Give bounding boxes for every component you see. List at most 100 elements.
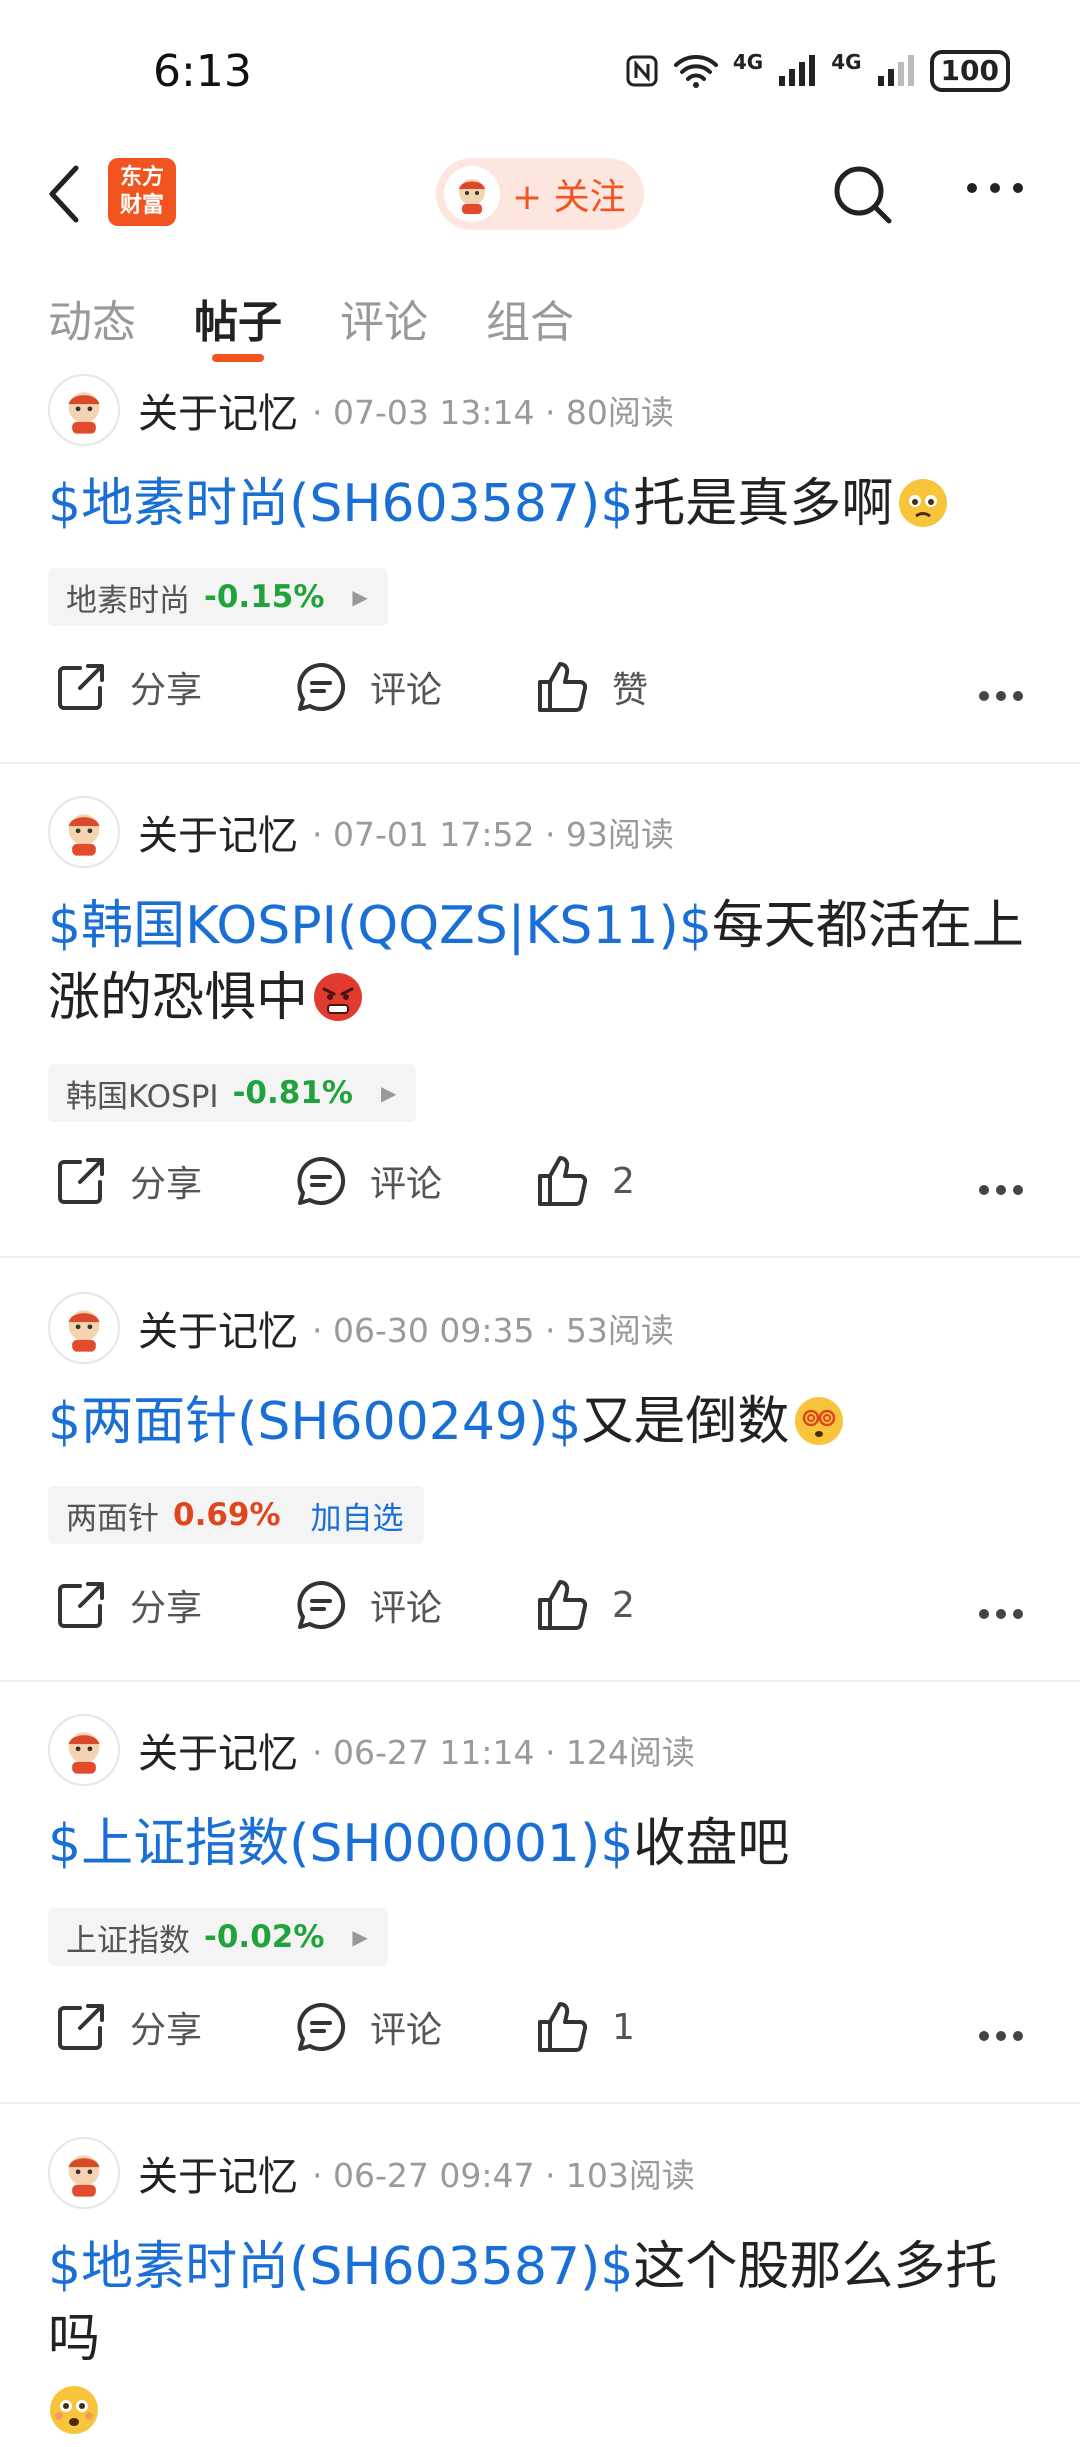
author-name[interactable]: 关于记忆: [138, 2144, 298, 2202]
post-item[interactable]: 关于记忆 · 07-01 17:52 · 93阅读 $韩国KOSPI(QQZS|…: [0, 794, 1080, 1258]
post-actions: 分享 评论 1: [48, 2000, 1038, 2070]
stock-link[interactable]: $两面针(SH600249)$: [48, 1392, 581, 1452]
tab-comments[interactable]: 评论: [340, 286, 428, 350]
author-avatar[interactable]: [48, 1292, 120, 1364]
tab-dynamics[interactable]: 动态: [48, 286, 136, 350]
post-header: 关于记忆 · 07-01 17:52 · 93阅读: [48, 794, 674, 870]
share-button[interactable]: 分享: [54, 1154, 202, 1208]
comment-icon: [297, 1156, 346, 1205]
status-bar: 6:13 4G 4G 100: [0, 0, 1080, 140]
signal-icon: [779, 55, 816, 86]
share-label: 分享: [130, 1588, 203, 1629]
author-avatar[interactable]: [48, 1714, 120, 1786]
battery-indicator: 100: [929, 50, 1010, 92]
post-actions: 分享 评论 2: [48, 1578, 1038, 1648]
author-avatar[interactable]: [48, 2137, 120, 2209]
like-count: 2: [612, 1584, 635, 1626]
post-meta: · 06-27 09:47 · 103阅读: [312, 2156, 695, 2195]
share-icon: [58, 664, 104, 710]
author-name[interactable]: 关于记忆: [138, 1721, 298, 1779]
stock-tag-change: -0.15%: [204, 579, 325, 615]
app-logo[interactable]: 东方 财富: [108, 158, 176, 226]
post-item[interactable]: 关于记忆 · 06-27 09:47 · 103阅读 $地素时尚(SH60358…: [0, 2135, 1080, 2434]
comment-button[interactable]: 评论: [294, 2000, 442, 2054]
add-watchlist-button[interactable]: 加自选: [311, 1493, 404, 1538]
stock-link[interactable]: $上证指数(SH000001)$: [48, 1814, 633, 1874]
post-more-icon[interactable]: [978, 1608, 1024, 1620]
logo-line-1: 东方: [119, 165, 164, 190]
triangle-right-icon: ▶: [380, 1081, 397, 1105]
network-type: 4G: [732, 50, 764, 74]
share-label: 分享: [130, 1164, 203, 1205]
post-content[interactable]: $地素时尚(SH603587)$托是真多啊: [48, 468, 1038, 540]
like-icon: [538, 1156, 588, 1206]
back-icon[interactable]: [44, 162, 84, 226]
nfc-icon: [626, 55, 658, 87]
dizzy-face-emoji-icon: [795, 1397, 844, 1445]
author-name[interactable]: 关于记忆: [138, 1299, 298, 1357]
like-button[interactable]: 2: [534, 1578, 635, 1632]
post-header: 关于记忆 · 06-27 11:14 · 124阅读: [48, 1712, 695, 1788]
post-meta: · 07-01 17:52 · 93阅读: [312, 815, 674, 854]
post-more-icon[interactable]: [978, 690, 1024, 702]
post-content[interactable]: $韩国KOSPI(QQZS|KS11)$每天都活在上涨的恐惧中: [48, 890, 1038, 1034]
stock-tag[interactable]: 韩国KOSPI -0.81% ▶: [48, 1064, 417, 1122]
like-button[interactable]: 1: [534, 2000, 635, 2054]
like-icon: [538, 2002, 588, 2052]
tab-portfolio[interactable]: 组合: [486, 286, 574, 350]
like-count: 赞: [612, 670, 649, 711]
post-item[interactable]: 关于记忆 · 06-30 09:35 · 53阅读 $两面针(SH600249)…: [0, 1290, 1080, 1682]
logo-line-2: 财富: [119, 193, 164, 218]
tab-posts[interactable]: 帖子: [194, 286, 282, 362]
stock-link[interactable]: $地素时尚(SH603587)$: [48, 2237, 633, 2297]
wifi-icon: [673, 55, 718, 88]
author-name[interactable]: 关于记忆: [138, 381, 298, 439]
post-content[interactable]: $地素时尚(SH603587)$这个股那么多托吗: [48, 2231, 1038, 2447]
share-button[interactable]: 分享: [54, 660, 202, 714]
post-actions: 分享 评论 赞: [48, 660, 1038, 730]
share-button[interactable]: 分享: [54, 2000, 202, 2054]
post-more-icon[interactable]: [978, 2030, 1024, 2042]
post-content[interactable]: $两面针(SH600249)$又是倒数: [48, 1386, 1038, 1458]
share-icon: [58, 1158, 104, 1204]
stock-tag-change: -0.81%: [232, 1075, 353, 1111]
comment-button[interactable]: 评论: [294, 660, 442, 714]
profile-tabs: 动态 帖子 评论 组合: [48, 286, 574, 362]
stock-tag-name: 地素时尚: [66, 582, 190, 619]
stock-link[interactable]: $地素时尚(SH603587)$: [48, 474, 633, 534]
post-item[interactable]: 关于记忆 · 06-27 11:14 · 124阅读 $上证指数(SH00000…: [0, 1712, 1080, 2104]
post-item[interactable]: 关于记忆 · 07-03 13:14 · 80阅读 $地素时尚(SH603587…: [0, 372, 1080, 764]
comment-button[interactable]: 评论: [294, 1154, 442, 1208]
author-avatar[interactable]: [48, 374, 120, 446]
post-more-icon[interactable]: [978, 1184, 1024, 1196]
author-avatar[interactable]: [48, 796, 120, 868]
post-meta: · 06-27 11:14 · 124阅读: [312, 1733, 695, 1772]
stock-tag[interactable]: 上证指数 -0.02% ▶: [48, 1908, 388, 1966]
like-icon: [538, 1580, 588, 1630]
post-header: 关于记忆 · 06-27 09:47 · 103阅读: [48, 2135, 695, 2211]
tab-posts-label: 帖子: [194, 297, 282, 348]
stock-tag[interactable]: 地素时尚 -0.15% ▶: [48, 568, 388, 626]
post-actions: 分享 评论 2: [48, 1154, 1038, 1224]
post-content[interactable]: $上证指数(SH000001)$收盘吧: [48, 1808, 1038, 1880]
follow-button[interactable]: + 关注: [436, 158, 644, 230]
like-button[interactable]: 2: [534, 1154, 635, 1208]
comment-button[interactable]: 评论: [294, 1578, 442, 1632]
comment-label: 评论: [370, 1164, 443, 1205]
comment-icon: [297, 2002, 346, 2051]
like-count: 1: [612, 2006, 635, 2048]
like-icon: [538, 662, 588, 712]
like-button[interactable]: 赞: [534, 660, 648, 714]
user-avatar-icon: [444, 166, 500, 222]
comment-icon: [297, 662, 346, 711]
stock-tag-name: 韩国KOSPI: [66, 1078, 219, 1115]
share-label: 分享: [130, 670, 203, 711]
share-label: 分享: [130, 2010, 203, 2051]
author-name[interactable]: 关于记忆: [138, 803, 298, 861]
more-icon[interactable]: [964, 178, 1026, 198]
search-icon[interactable]: [828, 160, 898, 230]
share-button[interactable]: 分享: [54, 1578, 202, 1632]
stock-link[interactable]: $韩国KOSPI(QQZS|KS11)$: [48, 896, 712, 956]
stock-tag[interactable]: 两面针 0.69% 加自选: [48, 1486, 424, 1544]
pleading-face-emoji-icon: [899, 479, 948, 527]
